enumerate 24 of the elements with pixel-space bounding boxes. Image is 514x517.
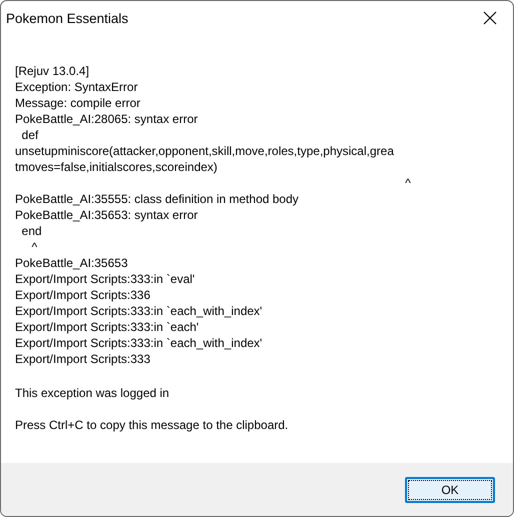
error-message-line: PokeBattle_AI:35653: syntax error bbox=[15, 207, 199, 223]
copy-hint: Press Ctrl+C to copy this message to the clipboard. bbox=[15, 417, 290, 433]
error-message-line: PokeBattle_AI:28065: syntax error bbox=[15, 111, 199, 127]
error-message-line: end bbox=[20, 223, 43, 239]
error-message-line: Export/Import Scripts:336 bbox=[15, 287, 152, 303]
error-message-line: unsetupminiscore(attacker,opponent,skill,move,roles,type,physical,grea bbox=[15, 143, 395, 159]
error-message-line: PokeBattle_AI:35653 bbox=[15, 255, 129, 271]
error-message-line: [Rejuv 13.0.4] bbox=[15, 63, 90, 79]
error-message-line: Export/Import Scripts:333:in `eval' bbox=[15, 271, 196, 287]
error-message-line: Export/Import Scripts:333 bbox=[15, 351, 152, 367]
error-message-line: Exception: SyntaxError bbox=[15, 79, 139, 95]
log-note: This exception was logged in bbox=[15, 385, 170, 401]
error-message-line: Export/Import Scripts:333:in `each_with_index' bbox=[15, 335, 264, 351]
error-message-line: Export/Import Scripts:333:in `each_with_index' bbox=[15, 303, 264, 319]
error-message-line: Message: compile error bbox=[15, 95, 142, 111]
ok-button[interactable]: OK bbox=[405, 476, 495, 502]
window-title: Pokemon Essentials bbox=[6, 10, 128, 26]
error-message-line: ^ bbox=[30, 239, 38, 255]
close-icon bbox=[483, 11, 497, 25]
error-message-line: ^ bbox=[404, 175, 412, 191]
error-message-line: Export/Import Scripts:333:in `each' bbox=[15, 319, 200, 335]
error-message-line: tmoves=false,initialscores,scoreindex) bbox=[15, 159, 218, 175]
error-message-line: PokeBattle_AI:35555: class definition in method body bbox=[15, 191, 300, 207]
error-message-line: def bbox=[20, 127, 40, 143]
